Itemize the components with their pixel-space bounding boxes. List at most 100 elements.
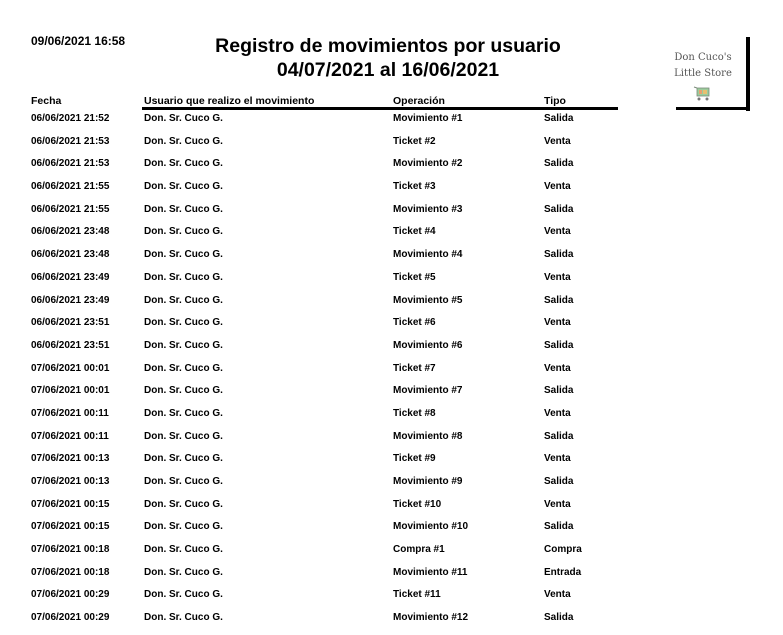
table-row: 06/06/2021 23:51 Don. Sr. Cuco G. Movimien… [0,340,783,363]
table-row: 06/06/2021 23:49 Don. Sr. Cuco G. Movimien… [0,295,783,318]
logo-line1: Don Cuco's [674,52,732,63]
table-row: 06/06/2021 21:55 Don. Sr. Cuco G. Movimien… [0,204,783,227]
table-row: 06/06/2021 23:48 Don. Sr. Cuco G. Movimien… [0,249,783,272]
cell-usuario: Don. Sr. Cuco G. [144,113,223,124]
cell-operacion: Movimiento #6 [393,339,463,351]
table-row: 07/06/2021 00:01 Don. Sr. Cuco G. Ticket #… [0,363,783,386]
cell-tipo: Venta [544,271,571,283]
cell-operacion: Ticket #2 [393,135,436,147]
cell-usuario: Don. Sr. Cuco G. [144,158,223,170]
cell-usuario: Don. Sr. Cuco G. [144,385,223,397]
table-row: 07/06/2021 00:13 Don. Sr. Cuco G. Ticket #… [0,453,783,476]
table-row: 07/06/2021 00:18 Don. Sr. Cuco G. Compra #… [0,544,783,567]
cell-fecha: 07/06/2021 00:11 [31,407,109,419]
cell-tipo: Salida [544,521,574,533]
cell-fecha: 06/06/2021 21:53 [31,135,110,147]
cell-tipo: Entrada [544,566,582,578]
cell-fecha: 07/06/2021 00:01 [31,362,110,374]
cell-operacion: Ticket #8 [393,407,436,419]
table-row: 07/06/2021 00:01 Don. Sr. Cuco G. Movimien… [0,385,783,408]
cell-operacion: Ticket #5 [393,271,436,283]
cell-fecha: 07/06/2021 00:18 [31,566,110,578]
table-row: 06/06/2021 21:53 Don. Sr. Cuco G. Movimien… [0,158,783,181]
table-row: 07/06/2021 00:15 Don. Sr. Cuco G. Movimien… [0,521,783,544]
table-body: 06/06/2021 21:52 Don. Sr. Cuco G. Movimien… [0,113,783,635]
table-row: 06/06/2021 23:48 Don. Sr. Cuco G. Ticket #… [0,226,783,249]
cell-usuario: Don. Sr. Cuco G. [144,407,223,419]
cell-operacion: Movimiento #12 [393,612,469,624]
cell-usuario: Don. Sr. Cuco G. [144,453,223,465]
report-title: Registro de movimientos por usuario 04/0… [150,34,626,82]
cell-fecha: 06/06/2021 21:53 [31,158,110,170]
table-row: 07/06/2021 00:13 Don. Sr. Cuco G. Movimien… [0,476,783,499]
cell-fecha: 06/06/2021 23:51 [31,339,110,351]
cell-tipo: Venta [544,362,571,374]
cell-fecha: 07/06/2021 00:15 [31,521,110,533]
cell-tipo: Salida [544,339,574,351]
cell-tipo: Venta [544,407,571,419]
cell-fecha: 07/06/2021 00:01 [31,385,110,397]
table-row: 07/06/2021 00:11 Don. Sr. Cuco G. Ticket #… [0,408,783,431]
cell-tipo: Salida [544,385,574,397]
cell-fecha: 07/06/2021 00:11 [31,430,109,442]
cell-usuario: Don. Sr. Cuco G. [144,135,223,147]
table-row: 07/06/2021 00:18 Don. Sr. Cuco G. Movimien… [0,567,783,590]
cell-operacion: Movimiento #8 [393,430,463,442]
cell-fecha: 06/06/2021 23:51 [31,317,110,329]
cell-operacion: Ticket #11 [393,589,441,601]
cell-fecha: 07/06/2021 00:15 [31,498,110,510]
cell-fecha: 06/06/2021 21:52 [31,113,110,124]
cell-usuario: Don. Sr. Cuco G. [144,566,223,578]
cell-fecha: 06/06/2021 23:48 [31,226,110,238]
cell-operacion: Ticket #7 [393,362,436,374]
cell-usuario: Don. Sr. Cuco G. [144,430,223,442]
cell-fecha: 07/06/2021 00:29 [31,612,110,624]
cell-operacion: Movimiento #9 [393,476,463,487]
cell-tipo: Salida [544,476,574,487]
table-header: Fecha Usuario que realizo el movimiento … [0,95,783,107]
cell-operacion: Ticket #4 [393,226,436,238]
table-row: 06/06/2021 23:49 Don. Sr. Cuco G. Ticket #… [0,272,783,295]
cell-operacion: Movimiento #11 [393,566,468,578]
cell-tipo: Venta [544,498,571,510]
cell-fecha: 07/06/2021 00:13 [31,453,110,465]
cell-usuario: Don. Sr. Cuco G. [144,203,223,215]
report-title-line1: Registro de movimientos por usuario [215,35,561,57]
cell-operacion: Movimiento #7 [393,385,463,397]
cell-operacion: Ticket #10 [393,498,442,510]
cell-usuario: Don. Sr. Cuco G. [144,317,223,329]
table-row: 07/06/2021 00:29 Don. Sr. Cuco G. Ticket #… [0,589,783,612]
cell-usuario: Don. Sr. Cuco G. [144,249,223,261]
column-header-usuario: Usuario que realizo el movimiento [144,95,315,107]
cell-usuario: Don. Sr. Cuco G. [144,294,223,306]
cell-tipo: Salida [544,249,574,261]
cell-tipo: Venta [544,181,571,193]
cell-tipo: Salida [544,612,574,624]
cell-operacion: Movimiento #2 [393,158,463,170]
cell-fecha: 07/06/2021 00:18 [31,544,110,556]
report-date-range: 04/07/2021 al 16/06/2021 [276,59,500,81]
table-row: 07/06/2021 00:15 Don. Sr. Cuco G. Ticket #… [0,499,783,522]
table-row: 06/06/2021 21:53 Don. Sr. Cuco G. Ticket #… [0,136,783,159]
cell-operacion: Ticket #9 [393,453,436,465]
cell-usuario: Don. Sr. Cuco G. [144,226,223,238]
cell-fecha: 06/06/2021 23:48 [31,249,110,261]
cell-tipo: Venta [544,453,571,465]
cell-fecha: 06/06/2021 23:49 [31,294,110,306]
cell-tipo: Venta [544,135,571,147]
cell-usuario: Don. Sr. Cuco G. [144,544,223,556]
table-row: 07/06/2021 00:29 Don. Sr. Cuco G. Movimien… [0,612,783,635]
cell-operacion: Compra #1 [393,544,445,556]
cell-operacion: Ticket #6 [393,317,436,329]
cell-fecha: 07/06/2021 00:29 [31,589,110,601]
cell-usuario: Don. Sr. Cuco G. [144,612,223,624]
cell-operacion: Movimiento #5 [393,294,463,306]
cell-tipo: Salida [544,113,574,124]
cell-operacion: Movimiento #3 [393,203,463,215]
column-header-tipo: Tipo [544,95,566,107]
cell-tipo: Venta [544,226,571,238]
cell-fecha: 07/06/2021 00:13 [31,476,110,487]
cell-tipo: Salida [544,430,574,442]
cell-usuario: Don. Sr. Cuco G. [144,181,223,193]
table-row: 06/06/2021 23:51 Don. Sr. Cuco G. Ticket #… [0,317,783,340]
